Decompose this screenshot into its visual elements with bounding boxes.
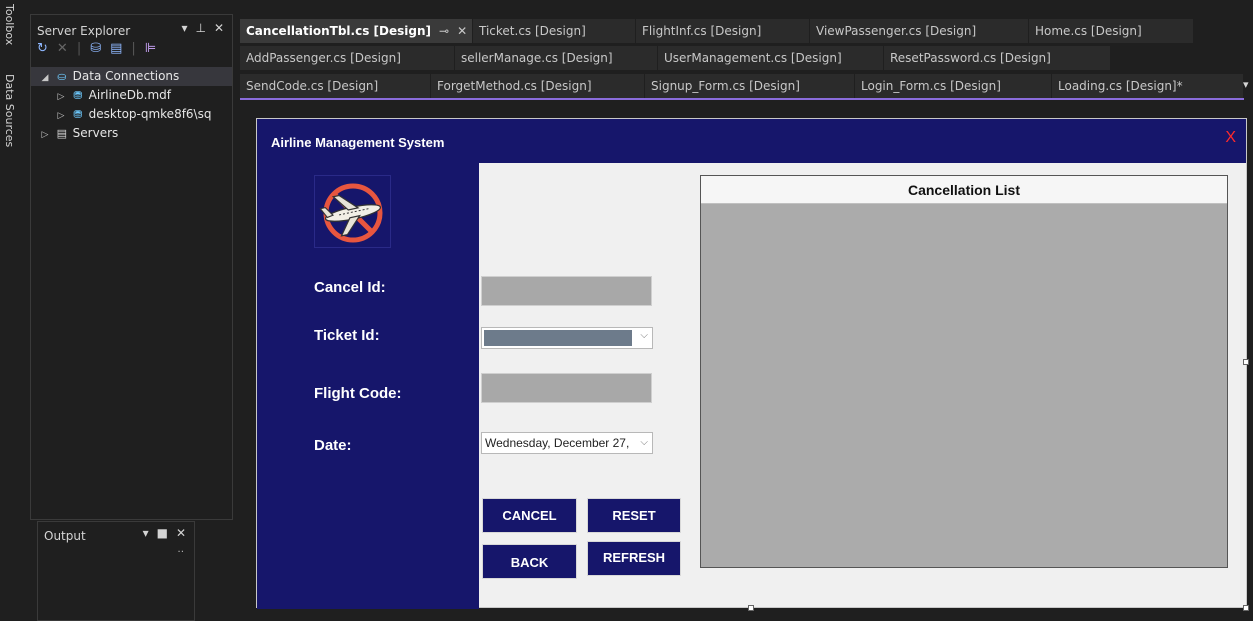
tool-strip: Toolbox Data Sources bbox=[0, 0, 24, 621]
grid-header: Cancellation List bbox=[701, 176, 1227, 204]
pin-icon[interactable]: ⊥ bbox=[195, 21, 205, 35]
close-icon[interactable]: ✕ bbox=[457, 24, 467, 38]
tree-label: Servers bbox=[72, 126, 119, 140]
no-plane-icon bbox=[319, 183, 383, 243]
tab-signup-form[interactable]: Signup_Form.cs [Design] bbox=[645, 74, 854, 98]
tab-addpassenger[interactable]: AddPassenger.cs [Design] bbox=[240, 46, 454, 70]
connect-server-icon[interactable]: ▤ bbox=[110, 41, 122, 56]
tree-label: AirlineDb.mdf bbox=[88, 88, 171, 102]
tab-label: CancellationTbl.cs [Design] bbox=[246, 24, 431, 38]
date-picker[interactable]: Wednesday, December 27, ⌵ bbox=[481, 432, 653, 454]
output-title: Output bbox=[44, 529, 86, 543]
database-file-icon: ⛃ bbox=[73, 89, 83, 102]
ticket-id-label: Ticket Id: bbox=[314, 327, 380, 344]
close-icon[interactable]: ✕ bbox=[214, 21, 224, 35]
flight-code-input[interactable] bbox=[481, 373, 652, 403]
toolbar-separator: | bbox=[76, 41, 82, 56]
date-value: Wednesday, December 27, bbox=[485, 436, 630, 450]
tab-row-3: SendCode.cs [Design] ForgetMethod.cs [De… bbox=[240, 74, 1253, 98]
tab-loading[interactable]: Loading.cs [Design]* bbox=[1052, 74, 1243, 98]
flight-code-label: Flight Code: bbox=[314, 385, 402, 402]
cancellation-grid[interactable]: Cancellation List bbox=[700, 175, 1228, 568]
tab-sendcode[interactable]: SendCode.cs [Design] bbox=[240, 74, 430, 98]
resize-handle-bottom[interactable] bbox=[748, 605, 754, 611]
close-icon[interactable]: ✕ bbox=[176, 526, 186, 540]
back-button[interactable]: BACK bbox=[482, 544, 577, 579]
date-label: Date: bbox=[314, 437, 352, 454]
refresh-icon[interactable]: ↻ bbox=[37, 41, 48, 56]
refresh-button[interactable]: REFRESH bbox=[587, 541, 681, 576]
server-explorer-controls: ▾ ⊥ ✕ bbox=[181, 21, 224, 35]
collapse-arrow-icon[interactable]: ▷ bbox=[39, 126, 51, 145]
output-controls: ▾ ■ ✕ bbox=[143, 526, 186, 540]
tab-login-form[interactable]: Login_Form.cs [Design] bbox=[855, 74, 1051, 98]
connection-tree: ◢ ⛀ Data Connections ▷ ⛃ AirlineDb.mdf ▷… bbox=[31, 67, 232, 143]
tab-overflow-icon[interactable]: ▾ bbox=[1243, 78, 1249, 91]
tab-cancellationtbl[interactable]: CancellationTbl.cs [Design] ⊸ ✕ bbox=[240, 19, 472, 43]
cancel-flight-logo bbox=[314, 175, 391, 248]
servers-icon: ▤ bbox=[56, 127, 68, 140]
overflow-icon[interactable]: ‥ bbox=[177, 544, 184, 555]
data-connections-icon: ⛀ bbox=[57, 70, 67, 83]
tree-item-airlinedb[interactable]: ▷ ⛃ AirlineDb.mdf bbox=[31, 86, 232, 105]
connect-database-icon[interactable]: ⛁ bbox=[90, 41, 101, 56]
pin-icon[interactable]: ⊸ bbox=[439, 24, 449, 38]
maximize-icon[interactable]: ■ bbox=[157, 526, 168, 540]
tree-item-desktop-server[interactable]: ▷ ⛃ desktop-qmke8f6\sq bbox=[31, 105, 232, 124]
server-explorer-toolbar: ↻ ✕ | ⛁ ▤ | ⊫ bbox=[37, 41, 156, 56]
tree-item-servers[interactable]: ▷ ▤ Servers bbox=[31, 124, 232, 143]
cancel-id-label: Cancel Id: bbox=[314, 279, 386, 296]
visual-studio-window: Toolbox Data Sources Server Explorer ▾ ⊥… bbox=[0, 0, 1253, 621]
tree-label: desktop-qmke8f6\sq bbox=[88, 107, 212, 121]
form-title: Airline Management System bbox=[271, 135, 445, 150]
cancel-id-input[interactable] bbox=[481, 276, 652, 306]
server-explorer-panel: Server Explorer ▾ ⊥ ✕ ↻ ✕ | ⛁ ▤ | ⊫ ◢ ⛀ … bbox=[30, 14, 233, 520]
airline-form: Airline Management System X Cancel Id: T… bbox=[256, 118, 1247, 609]
tab-forgetmethod[interactable]: ForgetMethod.cs [Design] bbox=[431, 74, 644, 98]
form-titlebar: Airline Management System X bbox=[257, 119, 1246, 163]
tab-viewpassenger[interactable]: ViewPassenger.cs [Design] bbox=[810, 19, 1028, 43]
ticket-id-selection bbox=[484, 330, 632, 346]
tab-usermanagement[interactable]: UserManagement.cs [Design] bbox=[658, 46, 883, 70]
tab-flightinf[interactable]: FlightInf.cs [Design] bbox=[636, 19, 809, 43]
cancel-button[interactable]: CANCEL bbox=[482, 498, 577, 533]
chevron-down-icon[interactable]: ⌵ bbox=[640, 330, 648, 341]
database-connection-icon: ⛃ bbox=[73, 108, 83, 121]
resize-handle-right[interactable] bbox=[1243, 359, 1249, 365]
chevron-down-icon[interactable]: ⌵ bbox=[638, 433, 648, 453]
data-sources-tab[interactable]: Data Sources bbox=[3, 74, 16, 147]
tab-row-2: AddPassenger.cs [Design] sellerManage.cs… bbox=[240, 46, 1253, 70]
output-panel: Output ▾ ■ ✕ ‥ bbox=[37, 521, 195, 621]
tab-ticket[interactable]: Ticket.cs [Design] bbox=[473, 19, 635, 43]
tree-item-data-connections[interactable]: ◢ ⛀ Data Connections bbox=[31, 67, 232, 86]
stop-icon[interactable]: ✕ bbox=[57, 41, 68, 56]
ticket-id-select[interactable]: ⌵ bbox=[481, 327, 653, 349]
dropdown-arrow-icon[interactable]: ▾ bbox=[143, 526, 149, 540]
tab-row-1: CancellationTbl.cs [Design] ⊸ ✕ Ticket.cs … bbox=[240, 19, 1253, 43]
close-icon[interactable]: X bbox=[1225, 129, 1236, 147]
toolbar-separator: | bbox=[131, 41, 136, 56]
tab-sellermanage[interactable]: sellerManage.cs [Design] bbox=[455, 46, 657, 70]
server-explorer-title: Server Explorer bbox=[37, 24, 131, 38]
resize-handle-corner[interactable] bbox=[1243, 605, 1249, 611]
tab-resetpassword[interactable]: ResetPassword.cs [Design] bbox=[884, 46, 1110, 70]
dropdown-arrow-icon[interactable]: ▾ bbox=[181, 21, 187, 35]
sharepoint-icon[interactable]: ⊫ bbox=[145, 41, 156, 56]
toolbox-tab[interactable]: Toolbox bbox=[3, 4, 16, 45]
reset-button[interactable]: RESET bbox=[587, 498, 681, 533]
tree-label: Data Connections bbox=[72, 69, 180, 83]
tab-home[interactable]: Home.cs [Design] bbox=[1029, 19, 1193, 43]
